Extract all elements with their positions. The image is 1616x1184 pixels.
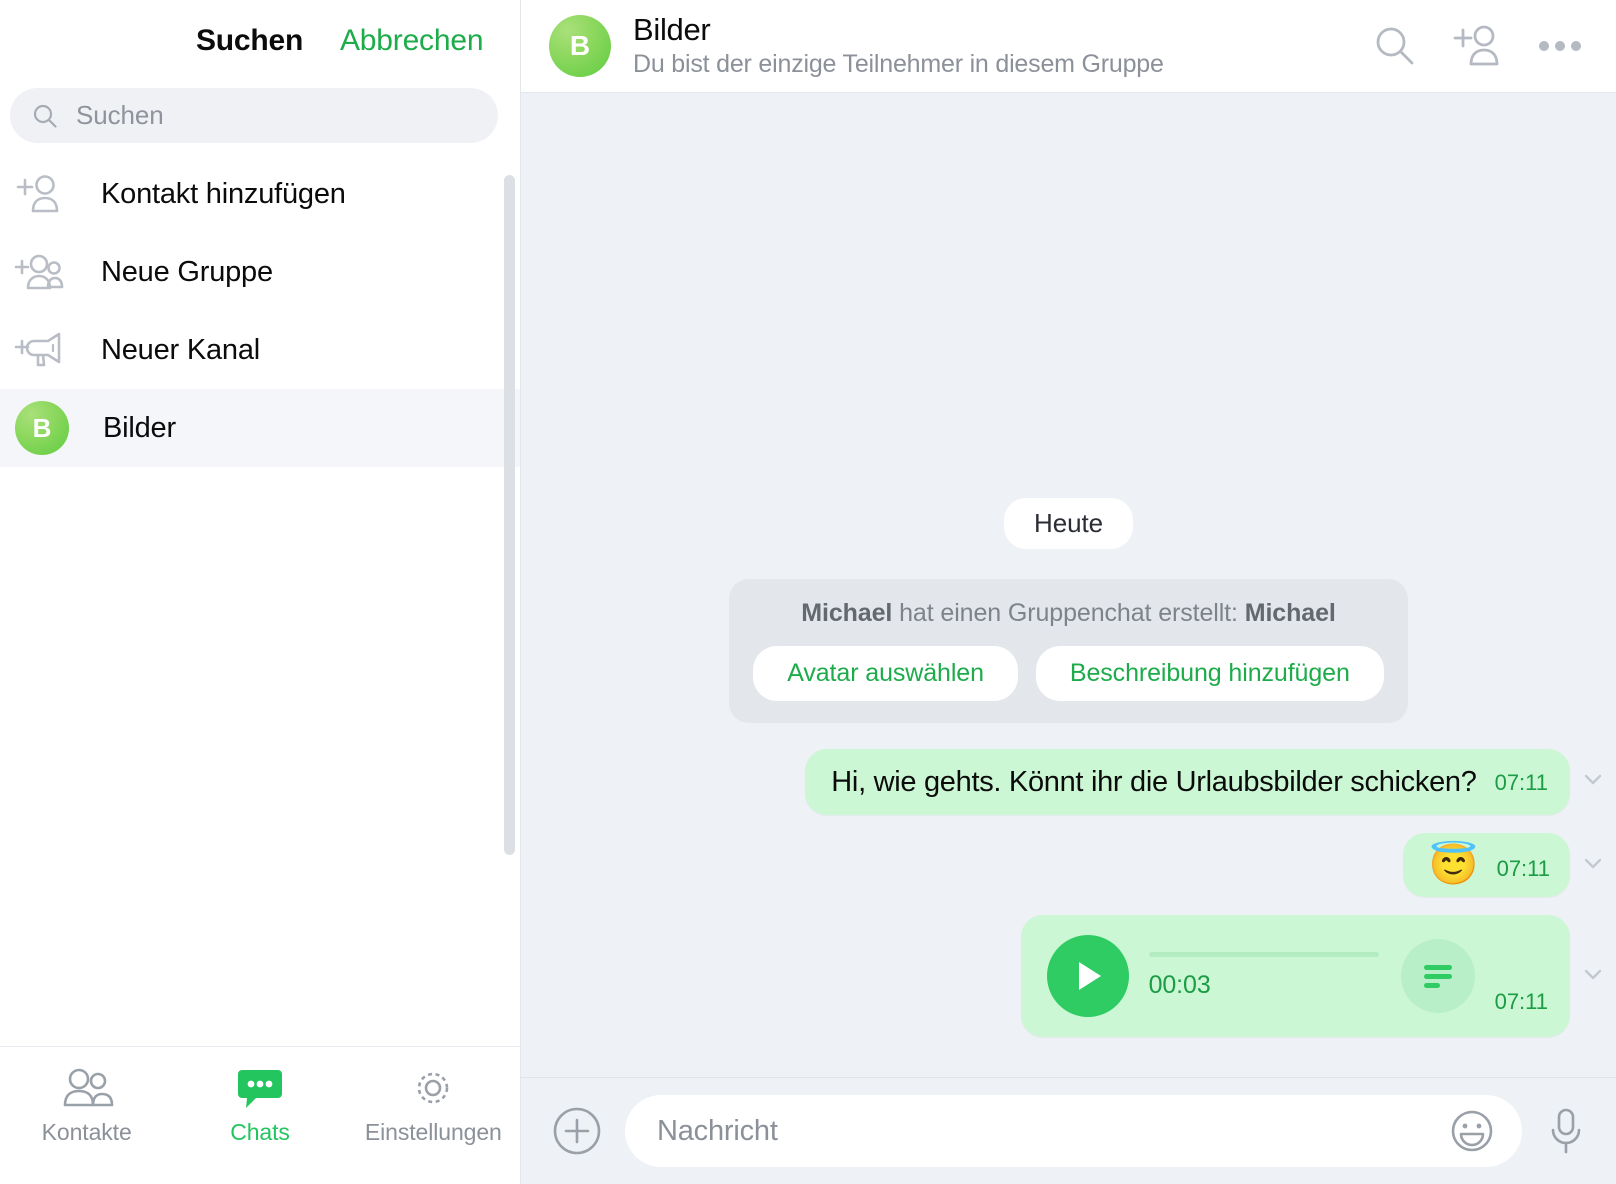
message-input[interactable]: Nachricht: [625, 1095, 1522, 1167]
sidebar-item-new-group[interactable]: Neue Gruppe: [0, 233, 520, 311]
sidebar-item-label: Neue Gruppe: [101, 255, 273, 288]
avatar-initial: B: [569, 30, 591, 61]
message-text: Hi, wie gehts. Könnt ihr die Urlaubsbild…: [831, 765, 1477, 798]
tab-einstellungen[interactable]: Einstellungen: [358, 1065, 508, 1146]
emoji-glyph: 😇: [1428, 843, 1479, 887]
chat-avatar[interactable]: B: [549, 15, 611, 77]
search-container: Suchen: [0, 88, 520, 143]
sidebar-item-label: Bilder: [103, 411, 176, 444]
sidebar-item-bilder[interactable]: B Bilder: [0, 389, 520, 467]
search-placeholder: Suchen: [76, 100, 164, 130]
search-icon: [32, 103, 58, 129]
sidebar-item-add-contact[interactable]: Kontakt hinzufügen: [0, 155, 520, 233]
choose-avatar-button[interactable]: Avatar auswählen: [753, 645, 1018, 701]
message-list: Heute Michael hat einen Gruppenchat erst…: [521, 93, 1616, 1077]
system-message-middle: hat einen Gruppenchat erstellt:: [892, 598, 1245, 627]
message-row: 00:03 07:11: [521, 915, 1616, 1037]
voice-progress-container: 00:03: [1148, 952, 1379, 1000]
bottom-tab-bar: Kontakte Chats Einstellungen: [0, 1046, 520, 1184]
chat-subtitle: Du bist der einzige Teilnehmer in diesem…: [633, 50, 1164, 79]
system-message-actions: Avatar auswählen Beschreibung hinzufügen: [753, 645, 1384, 701]
sidebar-scrollbar[interactable]: [504, 175, 515, 855]
add-person-icon: [13, 172, 65, 216]
add-description-button[interactable]: Beschreibung hinzufügen: [1035, 645, 1384, 701]
play-icon[interactable]: [1046, 935, 1129, 1017]
text-message-bubble[interactable]: Hi, wie gehts. Könnt ihr die Urlaubsbild…: [805, 748, 1570, 815]
message-row: 😇 07:11: [521, 833, 1616, 897]
chats-icon: [236, 1065, 284, 1111]
search-input[interactable]: Suchen: [10, 88, 498, 143]
system-message-row: Michael hat einen Gruppenchat erstellt: …: [521, 578, 1616, 723]
add-channel-icon: [13, 328, 65, 372]
message-timestamp: 07:11: [1494, 770, 1548, 795]
search-icon[interactable]: [1374, 25, 1416, 67]
date-separator: Heute: [521, 497, 1616, 549]
app-root: Suchen Abbrechen Suchen Kontakt hinzufüg…: [0, 0, 1616, 1184]
tab-kontakte[interactable]: Kontakte: [12, 1065, 162, 1146]
sidebar-item-label: Neuer Kanal: [101, 333, 261, 366]
avatar-initial: B: [32, 412, 52, 443]
transcript-icon[interactable]: [1400, 939, 1475, 1013]
sidebar-item-label: Kontakt hinzufügen: [101, 177, 346, 210]
more-icon[interactable]: [1538, 39, 1582, 53]
avatar: B: [15, 401, 69, 455]
chevron-down-icon[interactable]: [1580, 961, 1606, 992]
tab-label: Kontakte: [41, 1119, 132, 1145]
chat-title: Bilder: [633, 11, 711, 47]
system-message-group: Michael: [1244, 598, 1336, 627]
sidebar-item-new-channel[interactable]: Neuer Kanal: [0, 311, 520, 389]
system-message-card: Michael hat einen Gruppenchat erstellt: …: [729, 578, 1408, 723]
page-title: Suchen: [196, 24, 304, 57]
message-timestamp: 07:11: [1494, 989, 1548, 1014]
voice-message-bubble[interactable]: 00:03 07:11: [1020, 915, 1570, 1037]
tab-chats[interactable]: Chats: [185, 1065, 335, 1146]
sidebar-list: Kontakt hinzufügen Neue Gruppe Neuer Kan…: [0, 155, 520, 1046]
contacts-icon: [59, 1065, 115, 1111]
add-group-icon: [13, 250, 65, 294]
message-timestamp: 07:11: [1496, 856, 1550, 881]
system-message-actor: Michael: [801, 598, 893, 627]
chat-pane: B Bilder Du bist der einzige Teilnehmer …: [521, 0, 1616, 1184]
microphone-icon[interactable]: [1544, 1105, 1588, 1157]
tab-label: Einstellungen: [364, 1119, 502, 1145]
voice-progress-track[interactable]: [1148, 952, 1379, 957]
add-person-icon[interactable]: [1452, 24, 1502, 68]
chevron-down-icon[interactable]: [1580, 850, 1606, 881]
chat-header-actions: [1374, 24, 1582, 68]
message-composer: Nachricht: [521, 1077, 1616, 1184]
sidebar-header: Suchen Abbrechen: [0, 0, 520, 88]
tab-label: Chats: [230, 1119, 290, 1145]
system-message-text: Michael hat einen Gruppenchat erstellt: …: [753, 599, 1384, 628]
sidebar: Suchen Abbrechen Suchen Kontakt hinzufüg…: [0, 0, 521, 1184]
chat-header: B Bilder Du bist der einzige Teilnehmer …: [521, 0, 1616, 93]
cancel-button[interactable]: Abbrechen: [340, 24, 484, 58]
chevron-down-icon[interactable]: [1580, 766, 1606, 797]
date-chip: Heute: [1004, 497, 1133, 549]
message-input-placeholder: Nachricht: [657, 1114, 778, 1147]
plus-circle-icon[interactable]: [551, 1105, 603, 1157]
smiley-icon[interactable]: [1448, 1107, 1496, 1155]
message-row: Hi, wie gehts. Könnt ihr die Urlaubsbild…: [521, 748, 1616, 815]
voice-duration: 00:03: [1148, 971, 1211, 999]
emoji-message-bubble[interactable]: 😇 07:11: [1402, 833, 1570, 897]
gear-icon: [410, 1065, 456, 1111]
chat-header-text: Bilder Du bist der einzige Teilnehmer in…: [633, 11, 1374, 79]
